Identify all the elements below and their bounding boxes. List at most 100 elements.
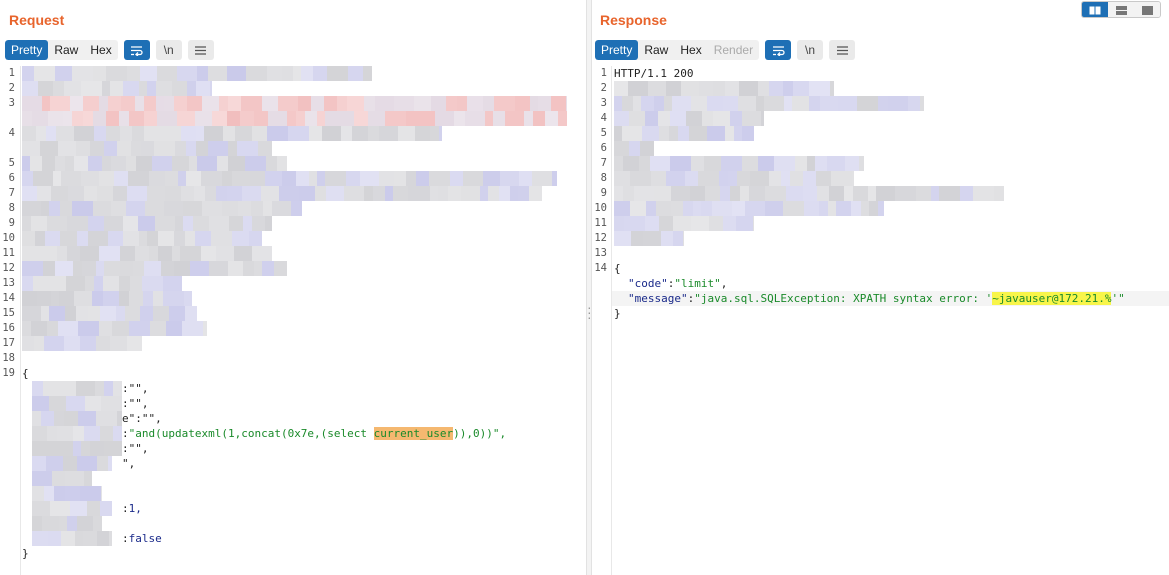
redacted-block <box>341 126 352 141</box>
redacted-block <box>90 441 104 456</box>
redacted-block <box>152 156 172 171</box>
redacted-block <box>282 66 293 81</box>
redacted-block <box>165 186 181 201</box>
redacted-block <box>178 171 186 186</box>
line-number: 19 <box>2 367 15 379</box>
split-rows-icon[interactable] <box>1108 2 1134 17</box>
line-number: 16 <box>2 322 15 334</box>
redacted-block <box>72 66 93 81</box>
redacted-block <box>144 126 162 141</box>
redacted-block <box>828 201 836 216</box>
redacted-block <box>74 156 88 171</box>
redacted-block <box>705 186 720 201</box>
redacted-block <box>211 231 232 246</box>
redacted-block <box>252 126 267 141</box>
redacted-block <box>734 126 742 141</box>
redacted-block <box>781 171 790 186</box>
redacted-block <box>109 531 112 546</box>
redacted-block <box>128 171 149 186</box>
drag-handle-icon[interactable]: · · · <box>587 300 592 324</box>
line-number: 4 <box>8 127 15 139</box>
redacted-block <box>83 96 99 111</box>
response-menu-button[interactable] <box>829 40 856 60</box>
redacted-block <box>254 111 268 126</box>
response-json-open-brace: { <box>614 262 621 275</box>
redacted-block <box>379 171 394 186</box>
redacted-block <box>288 126 309 141</box>
redacted-block <box>149 171 165 186</box>
redacted-block <box>22 201 41 216</box>
redacted-block <box>83 531 97 546</box>
request-tab-pretty[interactable]: Pretty <box>5 40 49 60</box>
redacted-block <box>241 96 262 111</box>
redacted-block <box>666 171 685 186</box>
redacted-block <box>65 306 76 321</box>
redacted-block <box>721 156 742 171</box>
redacted-block <box>183 216 193 231</box>
redacted-block <box>172 81 187 96</box>
redacted-block <box>74 291 92 306</box>
redacted-block <box>157 66 177 81</box>
redacted-block <box>639 156 650 171</box>
redacted-block <box>614 201 630 216</box>
redacted-block <box>614 171 630 186</box>
response-tab-hex[interactable]: Hex <box>674 40 707 60</box>
response-editor[interactable]: 1 2 3 4 5 6 7 8 9 10 11 12 13 14 HTTP/1.1 200 { "code… <box>592 66 1169 575</box>
redacted-block <box>201 171 222 186</box>
response-wrap-button[interactable] <box>765 40 792 60</box>
redacted-block <box>60 201 72 216</box>
redacted-block <box>88 156 102 171</box>
redacted-block <box>195 111 212 126</box>
response-code-line: "code":"limit", <box>628 277 728 290</box>
request-newline-button[interactable]: \n <box>155 40 182 60</box>
response-newline-button[interactable]: \n <box>797 40 824 60</box>
response-tab-pretty[interactable]: Pretty <box>595 40 639 60</box>
response-tab-render[interactable]: Render <box>708 40 759 60</box>
request-body-boolean-line: :false <box>122 532 162 545</box>
redacted-block <box>311 96 324 111</box>
redacted-block <box>702 111 713 126</box>
line-number: 1 <box>600 67 607 79</box>
response-tab-raw[interactable]: Raw <box>638 40 674 60</box>
redacted-block <box>158 231 174 246</box>
redacted-block <box>104 441 122 456</box>
redacted-block <box>55 156 65 171</box>
redacted-block <box>219 96 228 111</box>
redacted-block <box>629 111 645 126</box>
request-menu-button[interactable] <box>187 40 214 60</box>
redacted-block <box>140 66 157 81</box>
redacted-block <box>31 216 47 231</box>
redacted-block <box>174 261 190 276</box>
redacted-block <box>363 66 372 81</box>
request-editor[interactable]: 1 2 3 4 5 6 7 8 9 10 11 12 13 14 15 16 17 18 19 { :"", :""… <box>0 66 586 575</box>
hamburger-menu-icon <box>836 45 848 55</box>
redacted-block <box>446 96 457 111</box>
single-pane-icon[interactable] <box>1134 2 1160 17</box>
response-json-close-brace: } <box>614 307 621 320</box>
request-tab-hex[interactable]: Hex <box>84 40 117 60</box>
redacted-block <box>325 171 346 186</box>
redacted-block <box>707 96 723 111</box>
redacted-block <box>136 156 152 171</box>
redacted-block <box>630 201 646 216</box>
request-wrap-button[interactable] <box>123 40 150 60</box>
redacted-block <box>545 111 558 126</box>
redacted-block <box>258 141 272 156</box>
redacted-block <box>803 186 817 201</box>
redacted-block <box>22 111 32 126</box>
redacted-block <box>22 291 37 306</box>
redacted-block <box>84 426 100 441</box>
split-columns-icon[interactable] <box>1082 2 1108 17</box>
redacted-block <box>153 306 169 321</box>
redacted-block <box>262 96 278 111</box>
redacted-block <box>64 336 80 351</box>
redacted-block <box>723 216 736 231</box>
redacted-block <box>156 96 164 111</box>
redacted-block <box>364 96 375 111</box>
redacted-block <box>238 201 251 216</box>
redacted-block <box>140 306 153 321</box>
line-number: 9 <box>600 187 607 199</box>
request-tab-raw[interactable]: Raw <box>48 40 84 60</box>
redacted-block <box>774 156 795 171</box>
redacted-block <box>408 186 416 201</box>
